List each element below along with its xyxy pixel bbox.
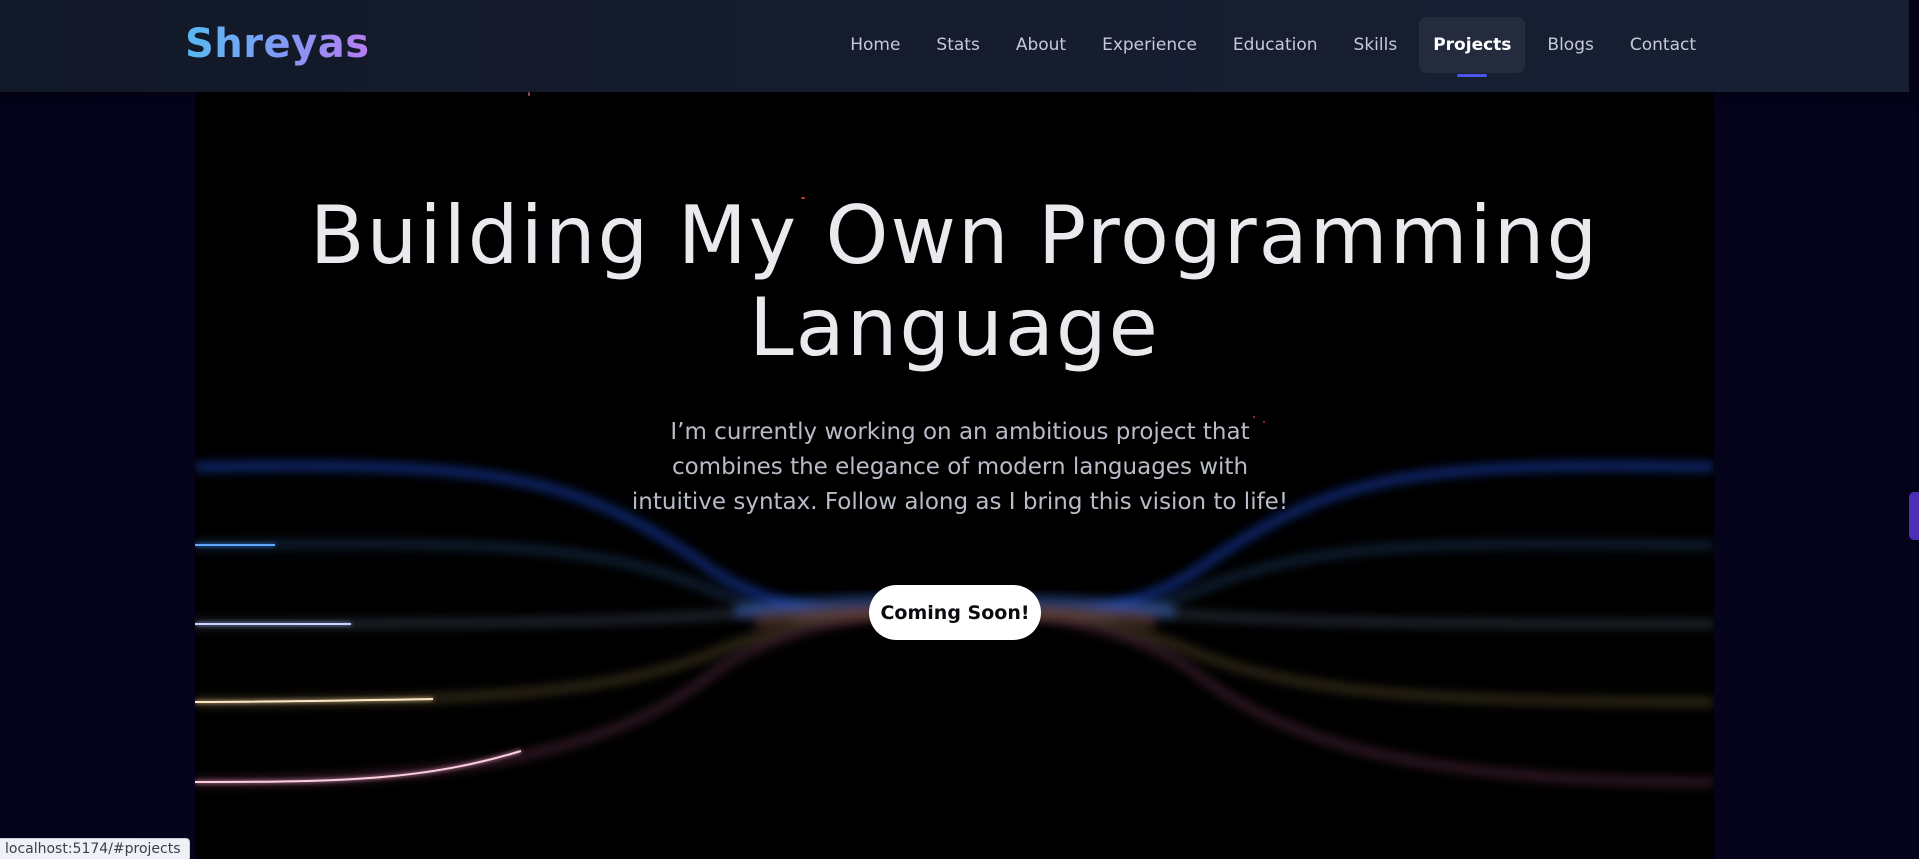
nav-item-contact[interactable]: Contact <box>1616 17 1710 73</box>
navbar: Shreyas Home Stats About Experience Educ… <box>0 0 1909 92</box>
nav-item-skills[interactable]: Skills <box>1340 17 1412 73</box>
hero-title: Building My Own Programming Language <box>195 190 1714 374</box>
scrollbar-thumb[interactable] <box>1909 492 1919 540</box>
nav-item-about[interactable]: About <box>1002 17 1080 73</box>
nav-item-stats[interactable]: Stats <box>922 17 993 73</box>
particle <box>528 92 530 96</box>
nav-item-projects-label: Projects <box>1433 35 1512 55</box>
hero-subtitle: I’m currently working on an ambitious pr… <box>631 419 1289 515</box>
active-indicator <box>1457 74 1488 77</box>
nav-item-education[interactable]: Education <box>1219 17 1332 73</box>
hero-title-line1: Building My Own Programming <box>309 189 1600 282</box>
nav-item-projects[interactable]: Projects <box>1419 17 1526 77</box>
nav-item-blogs[interactable]: Blogs <box>1533 17 1607 73</box>
nav-item-home[interactable]: Home <box>836 17 914 73</box>
coming-soon-button[interactable]: Coming Soon! <box>869 585 1041 640</box>
nav-item-experience[interactable]: Experience <box>1088 17 1211 73</box>
hero-title-line2: Language <box>749 281 1160 374</box>
site-logo[interactable]: Shreyas <box>185 16 370 72</box>
main-nav: Home Stats About Experience Education Sk… <box>836 17 1710 77</box>
status-bar-url: localhost:5174/#projects <box>0 838 190 859</box>
